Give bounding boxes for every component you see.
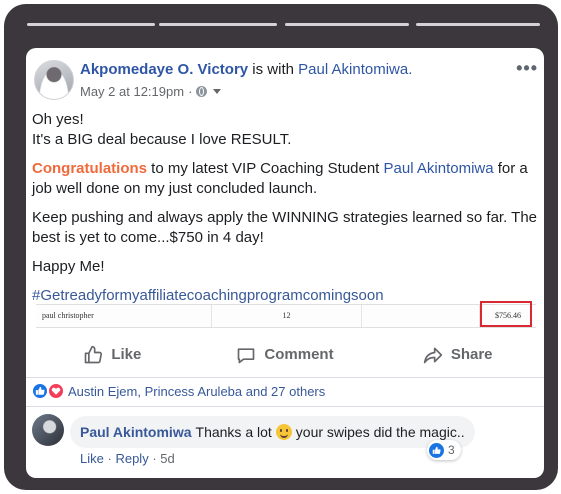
comment-bubble: Paul Akintomiwa Thanks a lot your swipes…: [70, 416, 475, 448]
comment-reply-link[interactable]: Reply: [115, 451, 148, 466]
post-meta: May 2 at 12:19pm ·: [80, 84, 222, 99]
amount-highlight: [480, 301, 532, 327]
story-progress-1: [27, 23, 155, 26]
reactions-summary[interactable]: Austin Ejem, Princess Aruleba and 27 oth…: [32, 380, 325, 402]
commenter-name[interactable]: Paul Akintomiwa: [80, 424, 192, 440]
comment-button[interactable]: Comment: [199, 332, 372, 377]
action-bar: Like Comment Share: [26, 332, 544, 378]
thumbs-up-icon: [84, 345, 103, 363]
device-frame: Akpomedaye O. Victory is with Paul Akint…: [4, 4, 558, 490]
student-link[interactable]: Paul Akintomiwa: [384, 160, 494, 177]
like-label: Like: [111, 346, 142, 363]
tagged-user[interactable]: Paul Akintomiwa.: [298, 61, 412, 78]
attachment-count: 12: [212, 305, 362, 327]
post-header: Akpomedaye O. Victory is with Paul Akint…: [80, 61, 412, 78]
comment-text-2: your swipes did the magic..: [295, 424, 465, 440]
divider: [26, 406, 544, 407]
congrats-text-1: to my latest VIP Coaching Student: [147, 160, 384, 177]
author-avatar[interactable]: [34, 60, 74, 100]
globe-icon: [196, 86, 208, 97]
body-congrats: Congratulations to my latest VIP Coachin…: [32, 159, 538, 199]
like-reaction-icon: [429, 442, 444, 458]
comment-age: 5d: [160, 451, 175, 466]
comment-like-link[interactable]: Like: [80, 451, 104, 466]
with-text: is with: [252, 61, 294, 78]
share-label: Share: [450, 346, 493, 363]
more-options-icon[interactable]: •••: [516, 58, 538, 79]
comment-reaction-number: 3: [448, 443, 455, 457]
post-timestamp[interactable]: May 2 at 12:19pm: [80, 84, 184, 99]
comment-reaction-count[interactable]: 3: [427, 440, 461, 460]
post-body: Oh yes! It's a BIG deal because I love R…: [32, 110, 538, 315]
body-line-1: Oh yes!: [32, 111, 84, 128]
reactions-text: Austin Ejem, Princess Aruleba and 27 oth…: [68, 383, 326, 399]
like-button[interactable]: Like: [26, 332, 199, 377]
comment-icon: [238, 347, 255, 363]
body-line-4: Keep pushing and always apply the WINNIN…: [32, 209, 537, 246]
attachment-name: paul christopher: [36, 305, 212, 327]
comment-text-1: Thanks a lot: [195, 424, 272, 440]
congrats-word: Congratulations: [32, 160, 147, 177]
story-progress-2: [159, 23, 277, 26]
hashtag-link[interactable]: #Getreadyformyaffiliatecoachingprogramco…: [32, 286, 538, 306]
love-reaction-icon: [48, 383, 64, 399]
author-name[interactable]: Akpomedaye O. Victory: [80, 61, 248, 78]
attachment-spacer: [362, 305, 480, 327]
story-progress-4: [416, 23, 540, 26]
meta-separator: ·: [188, 84, 193, 99]
audience-dropdown-icon[interactable]: [213, 89, 222, 94]
body-line-5: Happy Me!: [32, 258, 105, 275]
share-button[interactable]: Share: [371, 332, 544, 377]
commenter-avatar[interactable]: [32, 414, 64, 446]
comment-actions: Like · Reply · 5d: [80, 451, 175, 466]
story-progress-3: [285, 23, 409, 26]
body-line-2: It's a BIG deal because I love RESULT.: [32, 131, 292, 148]
post-card: Akpomedaye O. Victory is with Paul Akint…: [26, 48, 544, 478]
like-reaction-icon: [32, 383, 48, 399]
comment-sep-1: ·: [107, 451, 112, 466]
attached-screenshot[interactable]: paul christopher 12 $756.46: [36, 304, 536, 328]
comment-sep-2: ·: [152, 451, 157, 466]
smiley-emoji-icon: [275, 424, 292, 440]
comment-label: Comment: [264, 346, 334, 363]
share-icon: [423, 347, 442, 363]
